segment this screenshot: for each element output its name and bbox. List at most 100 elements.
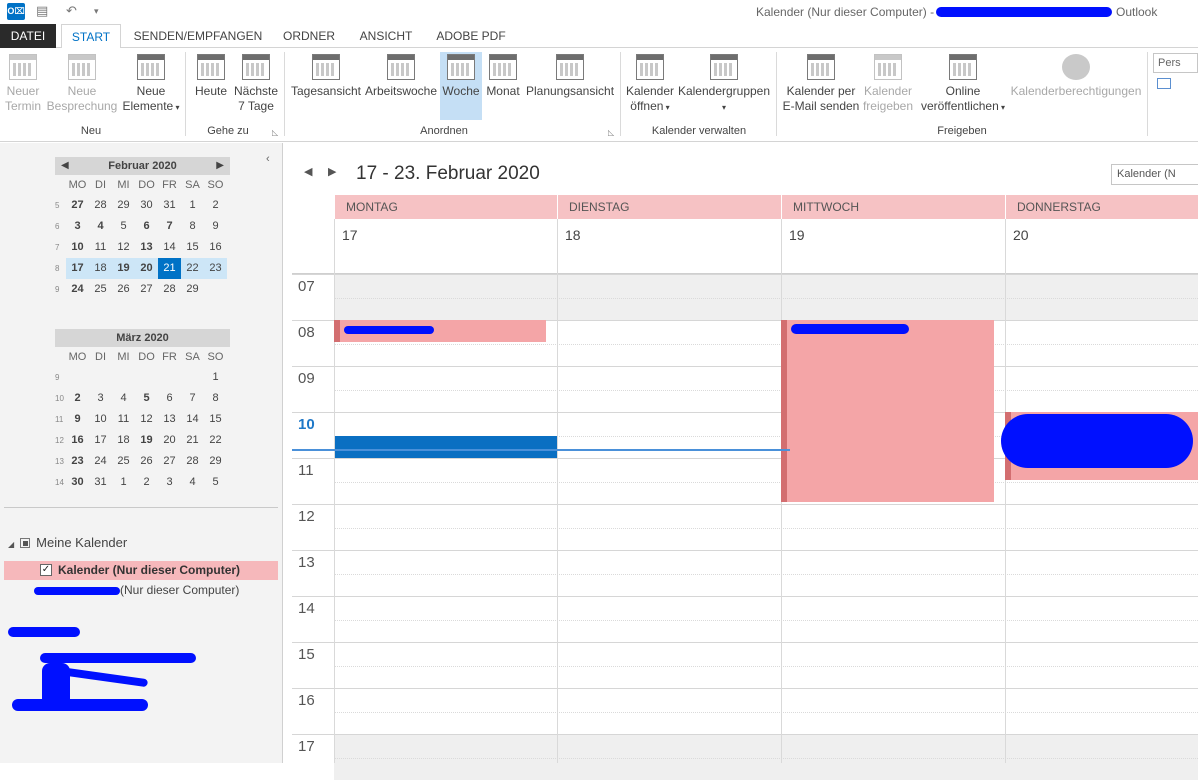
mini-calendar-day[interactable]: 8	[181, 216, 204, 237]
publish-online-button[interactable]: Online veröffentlichen ▾	[916, 52, 1010, 115]
mini-calendar-day[interactable]: 21	[181, 430, 204, 451]
mini-calendar-day[interactable]: 15	[181, 237, 204, 258]
week-view-button[interactable]: Woche	[440, 52, 482, 120]
mini-calendar-day[interactable]: 5	[135, 388, 158, 409]
mini-calendar-day[interactable]: 25	[89, 279, 112, 300]
mini-calendar-day[interactable]: 4	[181, 472, 204, 493]
mini-calendar-day[interactable]: 29	[112, 195, 135, 216]
mini-calendar-day[interactable]	[66, 367, 89, 388]
mini-calendar-day[interactable]: 27	[66, 195, 89, 216]
mini-calendar-day[interactable]: 10	[89, 409, 112, 430]
mini-calendar-day[interactable]: 17	[66, 258, 89, 279]
mini-calendar-day[interactable]: 29	[181, 279, 204, 300]
day-view-button[interactable]: Tagesansicht	[289, 52, 363, 99]
mini-calendar-day[interactable]	[135, 367, 158, 388]
mini-calendar-day[interactable]: 2	[204, 195, 227, 216]
mini-calendar-day[interactable]: 23	[66, 451, 89, 472]
hour-row[interactable]	[334, 642, 1198, 688]
next-month-icon[interactable]: ▶	[216, 157, 224, 175]
day-name-monday[interactable]: MONTAG	[334, 195, 558, 219]
mini-calendar-day[interactable]: 30	[135, 195, 158, 216]
previous-week-icon[interactable]: ◀	[304, 165, 312, 178]
dialog-launcher-icon[interactable]: ◺	[608, 128, 614, 137]
mini-calendar-day[interactable]: 3	[89, 388, 112, 409]
new-meeting-button[interactable]: Neue Besprechung	[46, 52, 118, 114]
mini-calendar-day[interactable]: 22	[204, 430, 227, 451]
expand-triangle-icon[interactable]: ◢	[8, 540, 14, 549]
mini-calendar-day[interactable]: 31	[158, 195, 181, 216]
mini-calendar-day[interactable]: 4	[89, 216, 112, 237]
email-calendar-button[interactable]: Kalender per E-Mail senden	[782, 52, 860, 114]
mini-calendar-day[interactable]: 7	[181, 388, 204, 409]
mini-calendar-day[interactable]: 24	[66, 279, 89, 300]
mini-calendar-day[interactable]: 28	[89, 195, 112, 216]
mini-calendar-day[interactable]: 6	[135, 216, 158, 237]
today-button[interactable]: Heute	[192, 52, 230, 99]
day-date-19[interactable]: 19	[789, 227, 805, 243]
customize-qat-icon[interactable]: ▾	[94, 6, 99, 17]
day-date-17[interactable]: 17	[342, 227, 358, 243]
hour-row[interactable]	[334, 688, 1198, 734]
mini-calendar-day[interactable]: 27	[158, 451, 181, 472]
hour-row[interactable]	[334, 550, 1198, 596]
mini-calendar-day[interactable]: 8	[204, 388, 227, 409]
mini-calendar-day[interactable]: 26	[135, 451, 158, 472]
mini-calendar-day[interactable]: 26	[112, 279, 135, 300]
tab-adobe-pdf[interactable]: ADOBE PDF	[432, 24, 510, 48]
mini-calendar-day[interactable]	[181, 367, 204, 388]
mini-calendar-day[interactable]: 20	[158, 430, 181, 451]
group-checkbox[interactable]	[20, 538, 31, 548]
open-calendar-button[interactable]: Kalender öffnen ▾	[624, 52, 676, 115]
share-calendar-button[interactable]: Kalender freigeben	[862, 52, 914, 114]
mini-calendar-day[interactable]: 14	[158, 237, 181, 258]
send-receive-icon[interactable]: ▤	[36, 3, 48, 19]
hour-row[interactable]	[334, 504, 1198, 550]
mini-calendar-day[interactable]: 25	[112, 451, 135, 472]
mini-calendar-day[interactable]: 5	[112, 216, 135, 237]
tab-senden-empfangen[interactable]: SENDEN/EMPFANGEN	[131, 24, 265, 48]
mini-calendar-day[interactable]: 23	[204, 258, 227, 279]
mini-calendar-day[interactable]	[158, 367, 181, 388]
mini-calendar-day[interactable]: 6	[158, 388, 181, 409]
mini-calendar-day[interactable]: 13	[158, 409, 181, 430]
mini-calendar-day[interactable]: 24	[89, 451, 112, 472]
mini-calendar-day[interactable]: 12	[112, 237, 135, 258]
calendar-item-selected[interactable]: ✓ Kalender (Nur dieser Computer)	[4, 561, 278, 580]
mini-calendar-day[interactable]	[112, 367, 135, 388]
search-people-input[interactable]: Pers	[1153, 53, 1198, 73]
hour-row[interactable]	[334, 596, 1198, 642]
new-appointment-button[interactable]: Neuer Termin	[2, 52, 44, 114]
mini-calendar-day[interactable]: 4	[112, 388, 135, 409]
collapse-pane-icon[interactable]: ‹	[266, 153, 270, 165]
mini-calendar-day[interactable]: 16	[66, 430, 89, 451]
day-name-thursday[interactable]: DONNERSTAG	[1005, 195, 1198, 219]
next-week-icon[interactable]: ▶	[328, 165, 336, 178]
mini-calendar-day[interactable]: 9	[66, 409, 89, 430]
calendar-permissions-button[interactable]: Kalenderberechtigungen	[1010, 52, 1142, 99]
mini-calendar-day[interactable]: 1	[204, 367, 227, 388]
mini-calendar-day[interactable]: 15	[204, 409, 227, 430]
mini-calendar-day[interactable]: 27	[135, 279, 158, 300]
day-name-tuesday[interactable]: DIENSTAG	[557, 195, 781, 219]
next-7-days-button[interactable]: Nächste 7 Tage	[232, 52, 280, 114]
mini-calendar-day[interactable]: 13	[135, 237, 158, 258]
mini-calendar-day[interactable]: 11	[89, 237, 112, 258]
mini-calendar-day[interactable]: 18	[89, 258, 112, 279]
dialog-launcher-icon[interactable]: ◺	[272, 128, 278, 137]
calendar-event[interactable]	[1001, 412, 1198, 480]
calendar-event[interactable]	[781, 320, 994, 502]
new-items-button[interactable]: Neue Elemente ▾	[120, 52, 182, 115]
day-name-wednesday[interactable]: MITTWOCH	[781, 195, 1005, 219]
mini-calendar-day[interactable]: 11	[112, 409, 135, 430]
mini-calendar-day[interactable]: 7	[158, 216, 181, 237]
mini-calendar-day[interactable]	[204, 279, 227, 300]
mini-calendar-day[interactable]: 12	[135, 409, 158, 430]
mini-calendar-day[interactable]: 19	[112, 258, 135, 279]
calendar-event[interactable]	[334, 320, 546, 342]
hour-row[interactable]	[334, 274, 1198, 320]
mini-calendar-day[interactable]: 2	[135, 472, 158, 493]
schedule-view-button[interactable]: Planungsansicht	[524, 52, 616, 99]
mini-calendar-day[interactable]: 28	[181, 451, 204, 472]
search-calendar-input[interactable]: Kalender (N	[1111, 164, 1198, 185]
mini-calendar-day[interactable]: 19	[135, 430, 158, 451]
